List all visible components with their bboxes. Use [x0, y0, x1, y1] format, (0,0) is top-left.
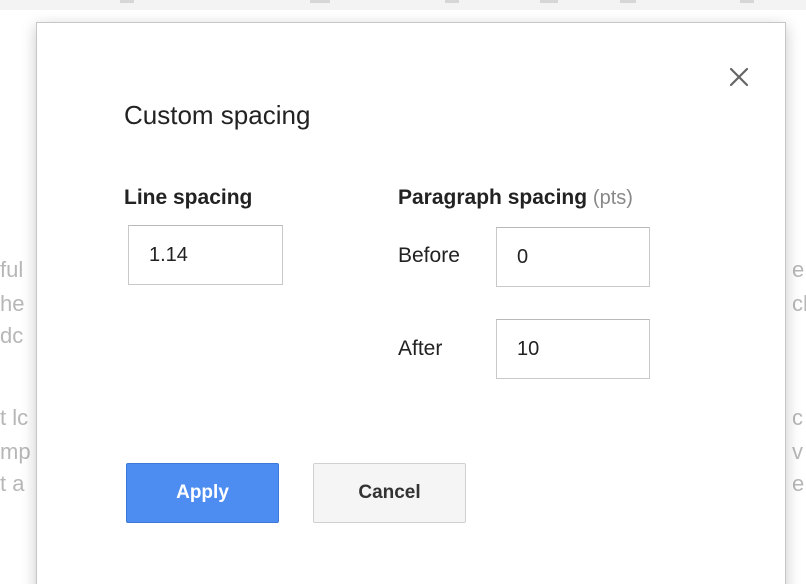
bg-text-left: dc: [0, 323, 24, 348]
bg-text-left: t a: [0, 471, 25, 496]
apply-button[interactable]: Apply: [126, 463, 279, 523]
document-top-strip: [0, 0, 806, 10]
after-spacing-input[interactable]: [496, 319, 650, 379]
bg-text-right: v: [792, 439, 803, 464]
cancel-button[interactable]: Cancel: [313, 463, 466, 523]
paragraph-spacing-unit: (pts): [592, 187, 633, 209]
paragraph-spacing-label: Paragraph spacing: [398, 186, 588, 209]
bg-text-left: t lc: [0, 405, 29, 430]
bg-text-left: he: [0, 291, 25, 316]
document-backdrop: ful he dc t lc mp t a e cl c v e Custom …: [0, 0, 806, 584]
line-spacing-label: Line spacing: [124, 186, 253, 209]
bg-text-left: ful: [0, 257, 24, 282]
bg-text-right: cl: [792, 291, 806, 316]
before-label: Before: [398, 244, 460, 267]
cancel-button-label: Cancel: [358, 482, 421, 503]
bg-text-right: e: [792, 257, 805, 282]
line-spacing-input[interactable]: [128, 225, 283, 285]
close-icon: [729, 67, 749, 87]
top-strip-marks: [120, 0, 754, 3]
bg-text-right: e: [792, 471, 805, 496]
dialog-title: Custom spacing: [124, 100, 311, 130]
before-spacing-input[interactable]: [496, 227, 650, 287]
bg-text-right: c: [792, 405, 803, 430]
apply-button-label: Apply: [176, 482, 229, 503]
bg-text-left: mp: [0, 439, 31, 464]
close-button[interactable]: [726, 64, 752, 90]
after-label: After: [398, 337, 443, 360]
paragraph-spacing-heading: Paragraph spacing (pts): [398, 184, 633, 212]
